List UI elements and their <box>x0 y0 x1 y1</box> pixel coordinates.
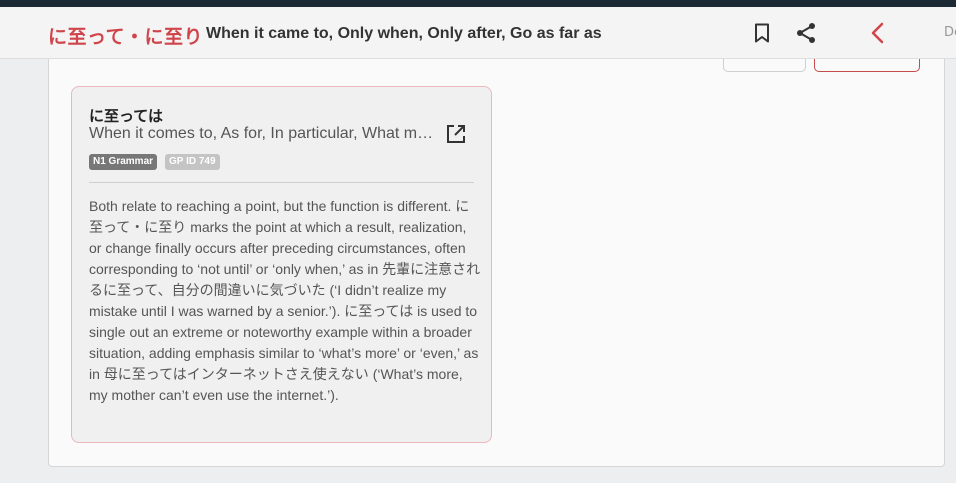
overflow-text: De <box>944 25 956 40</box>
external-link-icon[interactable] <box>445 123 467 145</box>
related-grammar-card[interactable]: に至っては When it comes to, As for, In parti… <box>71 86 492 443</box>
related-grammar-meaning: When it comes to, As for, In particular,… <box>89 125 434 142</box>
related-grammar-title: に至っては <box>89 107 163 125</box>
page-header: に至って・に至り When it came to, Only when, Onl… <box>0 7 956 59</box>
top-bar <box>0 0 956 7</box>
bookmark-icon[interactable] <box>749 20 775 46</box>
grammar-title-en: When it came to, Only when, Only after, … <box>206 25 602 42</box>
badge-group: N1 Grammar GP ID 749 <box>89 154 220 170</box>
divider <box>89 182 474 183</box>
share-icon[interactable] <box>793 20 819 46</box>
level-badge: N1 Grammar <box>89 154 158 170</box>
related-grammar-explanation: Both relate to reaching a point, but the… <box>89 198 481 403</box>
grammar-title-jp: に至って・に至り <box>48 26 204 48</box>
chevron-left-icon[interactable] <box>865 20 891 46</box>
id-badge: GP ID 749 <box>165 154 220 170</box>
